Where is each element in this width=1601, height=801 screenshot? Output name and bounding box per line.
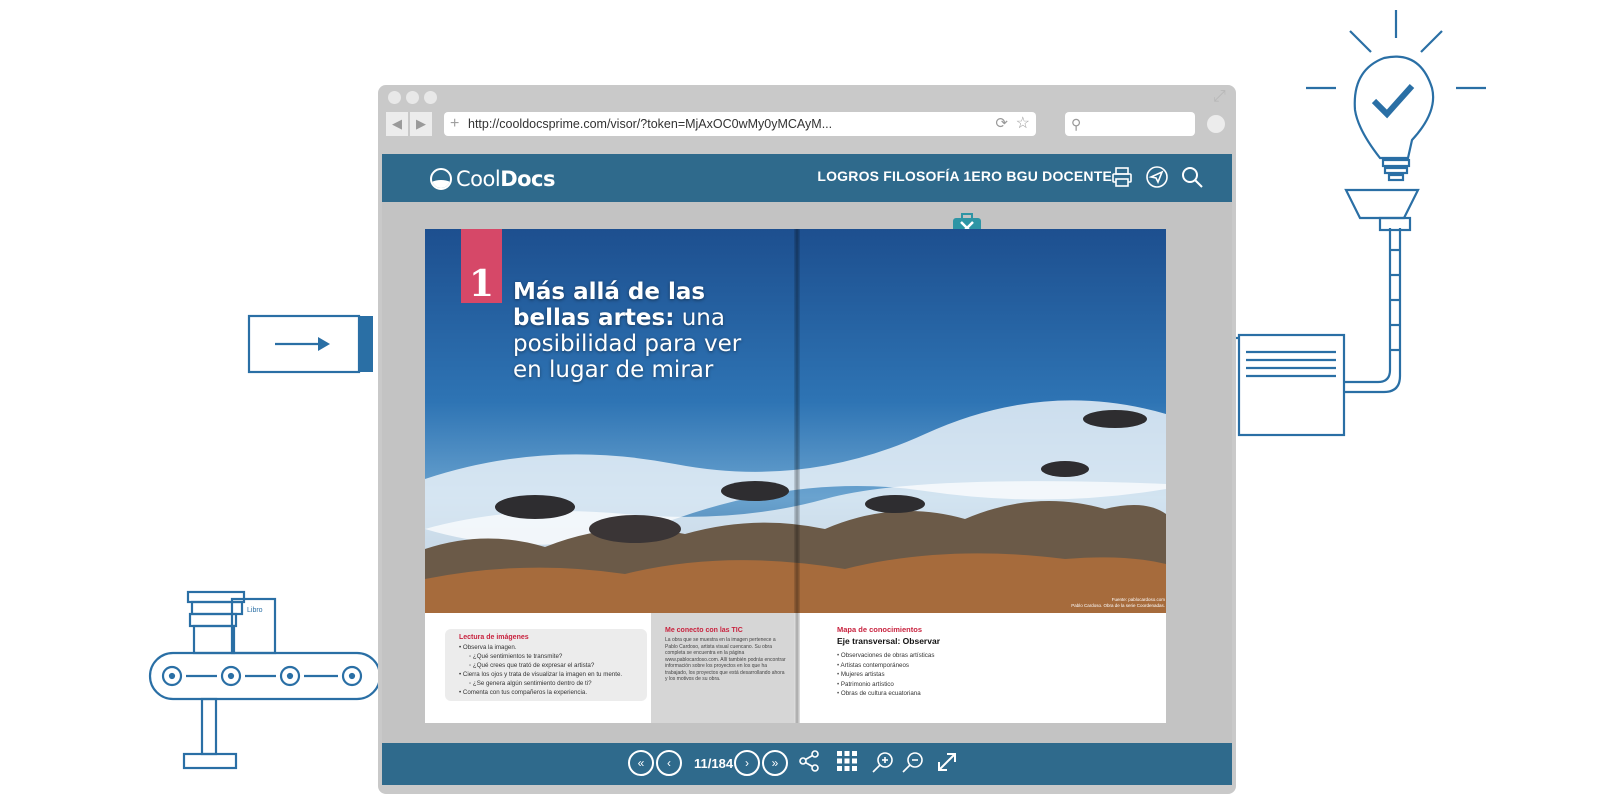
headline-light-1: una [674, 305, 725, 331]
mapa-item: Observaciones de obras artísticas [837, 651, 1017, 661]
back-arrow-icon[interactable]: ◀ [386, 112, 408, 136]
book-spread[interactable]: 1 Más allá de las bellas artes: una posi… [425, 229, 1166, 723]
output-box-icon [1237, 333, 1346, 437]
last-page-icon[interactable]: » [762, 750, 788, 776]
viewer-header: CoolDocs LOGROS FILOSOFÍA 1ERO BGU DOCEN… [382, 154, 1232, 202]
mapa-item: Patrimonio artístico [837, 680, 1017, 690]
lectura-title: Lectura de imágenes [459, 634, 529, 641]
cooldocs-logo[interactable]: CoolDocs [430, 166, 556, 192]
lectura-item: • Comenta con tus compañeros la experien… [459, 689, 588, 696]
brand-light: Cool [456, 167, 501, 191]
lectura-box: Lectura de imágenes • Observa la imagen.… [445, 629, 647, 701]
expand-icon[interactable]: ⤢ [1213, 88, 1226, 106]
window-maximize-dot[interactable] [424, 91, 437, 104]
window-minimize-dot[interactable] [406, 91, 419, 104]
headline-bold-1: Más allá de las [513, 279, 706, 305]
logo-icon [430, 168, 452, 190]
page-indicator: 11/184 [694, 756, 734, 771]
fullscreen-icon[interactable] [934, 750, 960, 776]
credit-line-2: Pablo Cardoso. Obra de la serie Coordena… [1071, 603, 1165, 608]
mapa-title: Mapa de conocimientos [837, 625, 923, 634]
headline-light-3: en lugar de mirar [513, 357, 714, 383]
print-icon[interactable] [1109, 165, 1135, 191]
zoom-in-icon[interactable] [870, 750, 896, 776]
headline-bold-2: bellas artes: [513, 305, 675, 331]
mapa-item: Artistas contemporáneos [837, 661, 1017, 671]
mapa-conocimientos: Mapa de conocimientos Eje transversal: O… [837, 625, 1017, 699]
browser-search-field[interactable]: ⚲ [1065, 112, 1195, 136]
image-credit: Fuente: pablocardoso.com Pablo Cardoso. … [1045, 597, 1165, 609]
send-icon[interactable] [1144, 165, 1170, 191]
forward-arrow-icon[interactable]: ▶ [410, 112, 432, 136]
book-spine [794, 229, 800, 723]
reload-icon[interactable]: ⟳ [995, 112, 1008, 136]
bookmark-star-icon[interactable]: ☆ [1016, 112, 1030, 136]
thumbnails-grid-icon[interactable] [834, 750, 860, 776]
search-icon: ⚲ [1071, 116, 1082, 132]
url-text: http://cooldocsprime.com/visor/?token=Mj… [468, 117, 833, 131]
address-bar[interactable]: + http://cooldocsprime.com/visor/?token=… [444, 112, 1036, 136]
search-icon[interactable] [1179, 165, 1205, 191]
lectura-item: • Observa la imagen. [459, 644, 517, 651]
next-page-icon[interactable]: › [734, 750, 760, 776]
brand-bold: Docs [500, 167, 556, 191]
tic-body: La obra que se muestra en la imagen pert… [665, 637, 786, 682]
zoom-out-icon[interactable] [900, 750, 926, 776]
document-title: LOGROS FILOSOFÍA 1ERO BGU DOCENTE [817, 168, 1112, 184]
unit-number-badge: 1 [461, 229, 502, 305]
mapa-subtitle: Eje transversal: Observar [837, 636, 941, 646]
mapa-item: Mujeres artistas [837, 670, 1017, 680]
tic-title: Me conecto con las TIC [665, 627, 743, 634]
viewer-footer: « ‹ 11/184 › » [382, 743, 1232, 785]
lectura-item: ◦ ¿Qué sentimientos te transmite? [469, 653, 563, 660]
previous-page-icon[interactable]: ‹ [656, 750, 682, 776]
mapa-item: Obras de cultura ecuatoriana [837, 689, 1017, 699]
lectura-item: ◦ ¿Qué crees que trató de expresar el ar… [469, 662, 595, 669]
unit-headline: Más allá de las bellas artes: una posibi… [513, 279, 763, 383]
browser-window: ⤢ ◀ ▶ + http://cooldocsprime.com/visor/?… [378, 85, 1236, 794]
browser-menu-button[interactable] [1207, 115, 1225, 133]
headline-light-2: posibilidad para ver [513, 331, 742, 357]
window-close-dot[interactable] [388, 91, 401, 104]
lectura-item: • Cierra los ojos y trata de visualizar … [459, 671, 623, 678]
lectura-item: ◦ ¿Se genera algún sentimiento dentro de… [469, 680, 592, 687]
book-label: Libro [247, 607, 263, 614]
share-icon[interactable] [796, 750, 822, 776]
add-tab-icon[interactable]: + [450, 112, 459, 136]
tic-box: Me conecto con las TIC La obra que se mu… [651, 613, 794, 723]
document-stage: 1 Más allá de las bellas artes: una posi… [382, 202, 1232, 743]
first-page-icon[interactable]: « [628, 750, 654, 776]
